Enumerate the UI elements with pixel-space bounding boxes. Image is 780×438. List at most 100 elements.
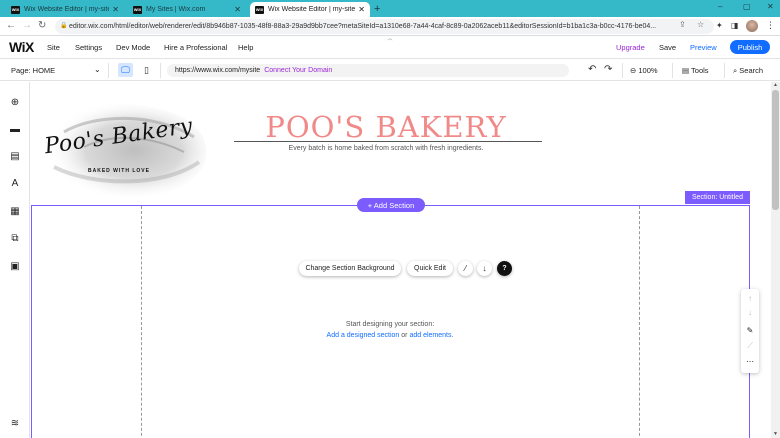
menu-settings[interactable]: Settings (75, 43, 102, 52)
pages-menu-icon[interactable]: ▤ (8, 149, 22, 163)
redo-icon[interactable]: ↷ (604, 64, 612, 75)
animation-icon[interactable]: ↓ (477, 261, 492, 276)
mobile-view-icon[interactable]: ▯ (139, 63, 154, 77)
more-menu-icon[interactable]: ⋮ (766, 20, 775, 31)
upgrade-link[interactable]: Upgrade (616, 43, 645, 52)
design-wand-icon[interactable]: ⁄ (458, 261, 473, 276)
left-add-panel-rail: ⊕ ▬ ▤ A ▦ ⧉ ▣ ≋ (0, 82, 30, 438)
divider (672, 63, 673, 78)
close-icon[interactable]: ✕ (112, 5, 119, 14)
scrollbar-thumb[interactable] (772, 90, 779, 210)
reload-icon[interactable]: ↻ (38, 20, 46, 31)
chevron-down-icon[interactable]: ⌄ (94, 65, 101, 74)
connect-domain-link[interactable]: Connect Your Domain (264, 67, 332, 74)
divider (724, 63, 725, 78)
new-tab-button[interactable]: + (374, 3, 380, 15)
extensions-puzzle-icon[interactable]: ✦ (716, 21, 723, 30)
site-header[interactable]: Poo's Bakery BAKED WITH LOVE POO'S BAKER… (30, 82, 771, 204)
business-tools-icon[interactable]: ⧉ (8, 231, 22, 245)
close-icon[interactable]: ✕ (358, 5, 365, 14)
collapse-toolbar-chevron-icon[interactable]: ︿ (380, 36, 400, 42)
forward-arrow-icon[interactable]: → (22, 20, 32, 31)
add-elements-link[interactable]: add elements (409, 332, 451, 339)
section-floating-toolbar: ↑ ↓ ✎ ⟋ ⋯ (741, 289, 759, 373)
tools-button[interactable]: ▤ Tools (682, 66, 709, 75)
preview-button[interactable]: Preview (690, 43, 717, 52)
site-title[interactable]: POO'S BAKERY (234, 110, 538, 144)
browser-tab-active[interactable]: WIX Wix Website Editor | my-site ✕ (250, 2, 370, 17)
logo-subtitle: BAKED WITH LOVE (88, 168, 150, 174)
wix-favicon-icon: WIX (11, 5, 20, 14)
zoom-level: 100% (638, 66, 658, 75)
maximize-icon[interactable]: ▢ (743, 2, 751, 11)
grid-guide-left (141, 206, 142, 438)
divider (622, 63, 623, 78)
menu-hire-professional[interactable]: Hire a Professional (164, 43, 227, 52)
url-input[interactable]: 🔒 editor.wix.com/html/editor/web/rendere… (55, 19, 714, 34)
zoom-out-icon: ⊖ (630, 66, 637, 75)
add-apps-icon[interactable]: ▦ (8, 204, 22, 218)
add-elements-icon[interactable]: ⊕ (8, 95, 22, 109)
profile-avatar[interactable] (746, 20, 758, 32)
help-icon[interactable]: ? (497, 261, 512, 276)
menu-site[interactable]: Site (47, 43, 60, 52)
desktop-view-icon[interactable]: 🖵 (118, 63, 133, 77)
wix-logo[interactable]: WiX (9, 39, 34, 55)
url-text: editor.wix.com/html/editor/web/renderer/… (69, 23, 657, 30)
tools-label: Tools (691, 66, 709, 75)
menu-help[interactable]: Help (238, 43, 253, 52)
search-label: Search (739, 66, 764, 75)
add-section-icon[interactable]: ▬ (8, 122, 22, 136)
bookmark-star-icon[interactable]: ☆ (697, 20, 704, 29)
close-icon[interactable]: ✕ (234, 5, 241, 14)
section-name-badge[interactable]: Section: Untitled (685, 191, 750, 204)
back-arrow-icon[interactable]: ← (6, 20, 16, 31)
move-up-icon[interactable]: ↑ (741, 294, 759, 303)
share-icon[interactable]: ⇪ (679, 20, 686, 29)
change-section-background-button[interactable]: Change Section Background (299, 261, 401, 276)
editor-canvas[interactable]: Poo's Bakery BAKED WITH LOVE POO'S BAKER… (30, 82, 771, 438)
site-url: https://www.wix.com/mysite (175, 67, 261, 74)
add-designed-section-link[interactable]: Add a designed section (327, 332, 400, 339)
wix-favicon-icon: WIX (255, 5, 264, 14)
search-button[interactable]: ⌕ Search (733, 66, 763, 76)
add-section-button[interactable]: + Add Section (357, 198, 425, 212)
lock-icon: 🔒 (60, 23, 68, 29)
wix-favicon-icon: WIX (133, 5, 142, 14)
quick-edit-button[interactable]: Quick Edit (407, 261, 453, 276)
search-icon: ⌕ (733, 66, 738, 75)
sidebar-panel-icon[interactable]: ◨ (731, 21, 739, 30)
browser-address-bar: ← → ↻ 🔒 editor.wix.com/html/editor/web/r… (0, 17, 780, 36)
menu-dev-mode[interactable]: Dev Mode (116, 43, 150, 52)
scroll-down-icon[interactable]: ▼ (771, 431, 780, 437)
close-window-icon[interactable]: ✕ (767, 2, 774, 11)
layers-icon[interactable]: ≋ (8, 416, 22, 430)
tab-title: Wix Website Editor | my-site-1 (24, 6, 110, 13)
browser-tab[interactable]: WIX My Sites | Wix.com ✕ (128, 2, 246, 17)
move-down-icon[interactable]: ↓ (741, 308, 759, 317)
site-design-icon[interactable]: A (8, 176, 22, 190)
scroll-up-icon[interactable]: ▲ (771, 82, 780, 88)
tools-icon: ▤ (682, 66, 690, 75)
minimize-icon[interactable]: ‒ (718, 2, 722, 11)
publish-button[interactable]: Publish (730, 40, 770, 54)
save-button[interactable]: Save (659, 43, 676, 52)
more-actions-icon[interactable]: ⋯ (741, 357, 759, 366)
empty-section-links: Add a designed section or add elements. (290, 332, 490, 339)
design-brush-icon[interactable]: ⟋ (741, 341, 759, 351)
media-icon[interactable]: ▣ (8, 259, 22, 273)
page-selector[interactable]: Page: HOME (11, 66, 55, 75)
divider (108, 63, 109, 78)
site-url-bar: https://www.wix.com/mysite Connect Your … (167, 64, 569, 77)
site-tagline[interactable]: Every batch is home baked from scratch w… (234, 145, 538, 152)
wix-editor-toolbar: Page: HOME ⌄ 🖵 ▯ https://www.wix.com/mys… (0, 60, 780, 81)
tab-title: My Sites | Wix.com (146, 6, 206, 13)
browser-tab[interactable]: WIX Wix Website Editor | my-site-1 ✕ (6, 2, 124, 17)
undo-icon[interactable]: ↶ (588, 64, 596, 75)
title-divider-line[interactable] (234, 141, 542, 142)
divider (160, 63, 161, 78)
edit-pencil-icon[interactable]: ✎ (741, 326, 759, 335)
canvas-scrollbar[interactable]: ▲ ▼ (771, 82, 780, 438)
grid-guide-right (639, 206, 640, 438)
zoom-control[interactable]: ⊖ 100% (630, 66, 658, 75)
